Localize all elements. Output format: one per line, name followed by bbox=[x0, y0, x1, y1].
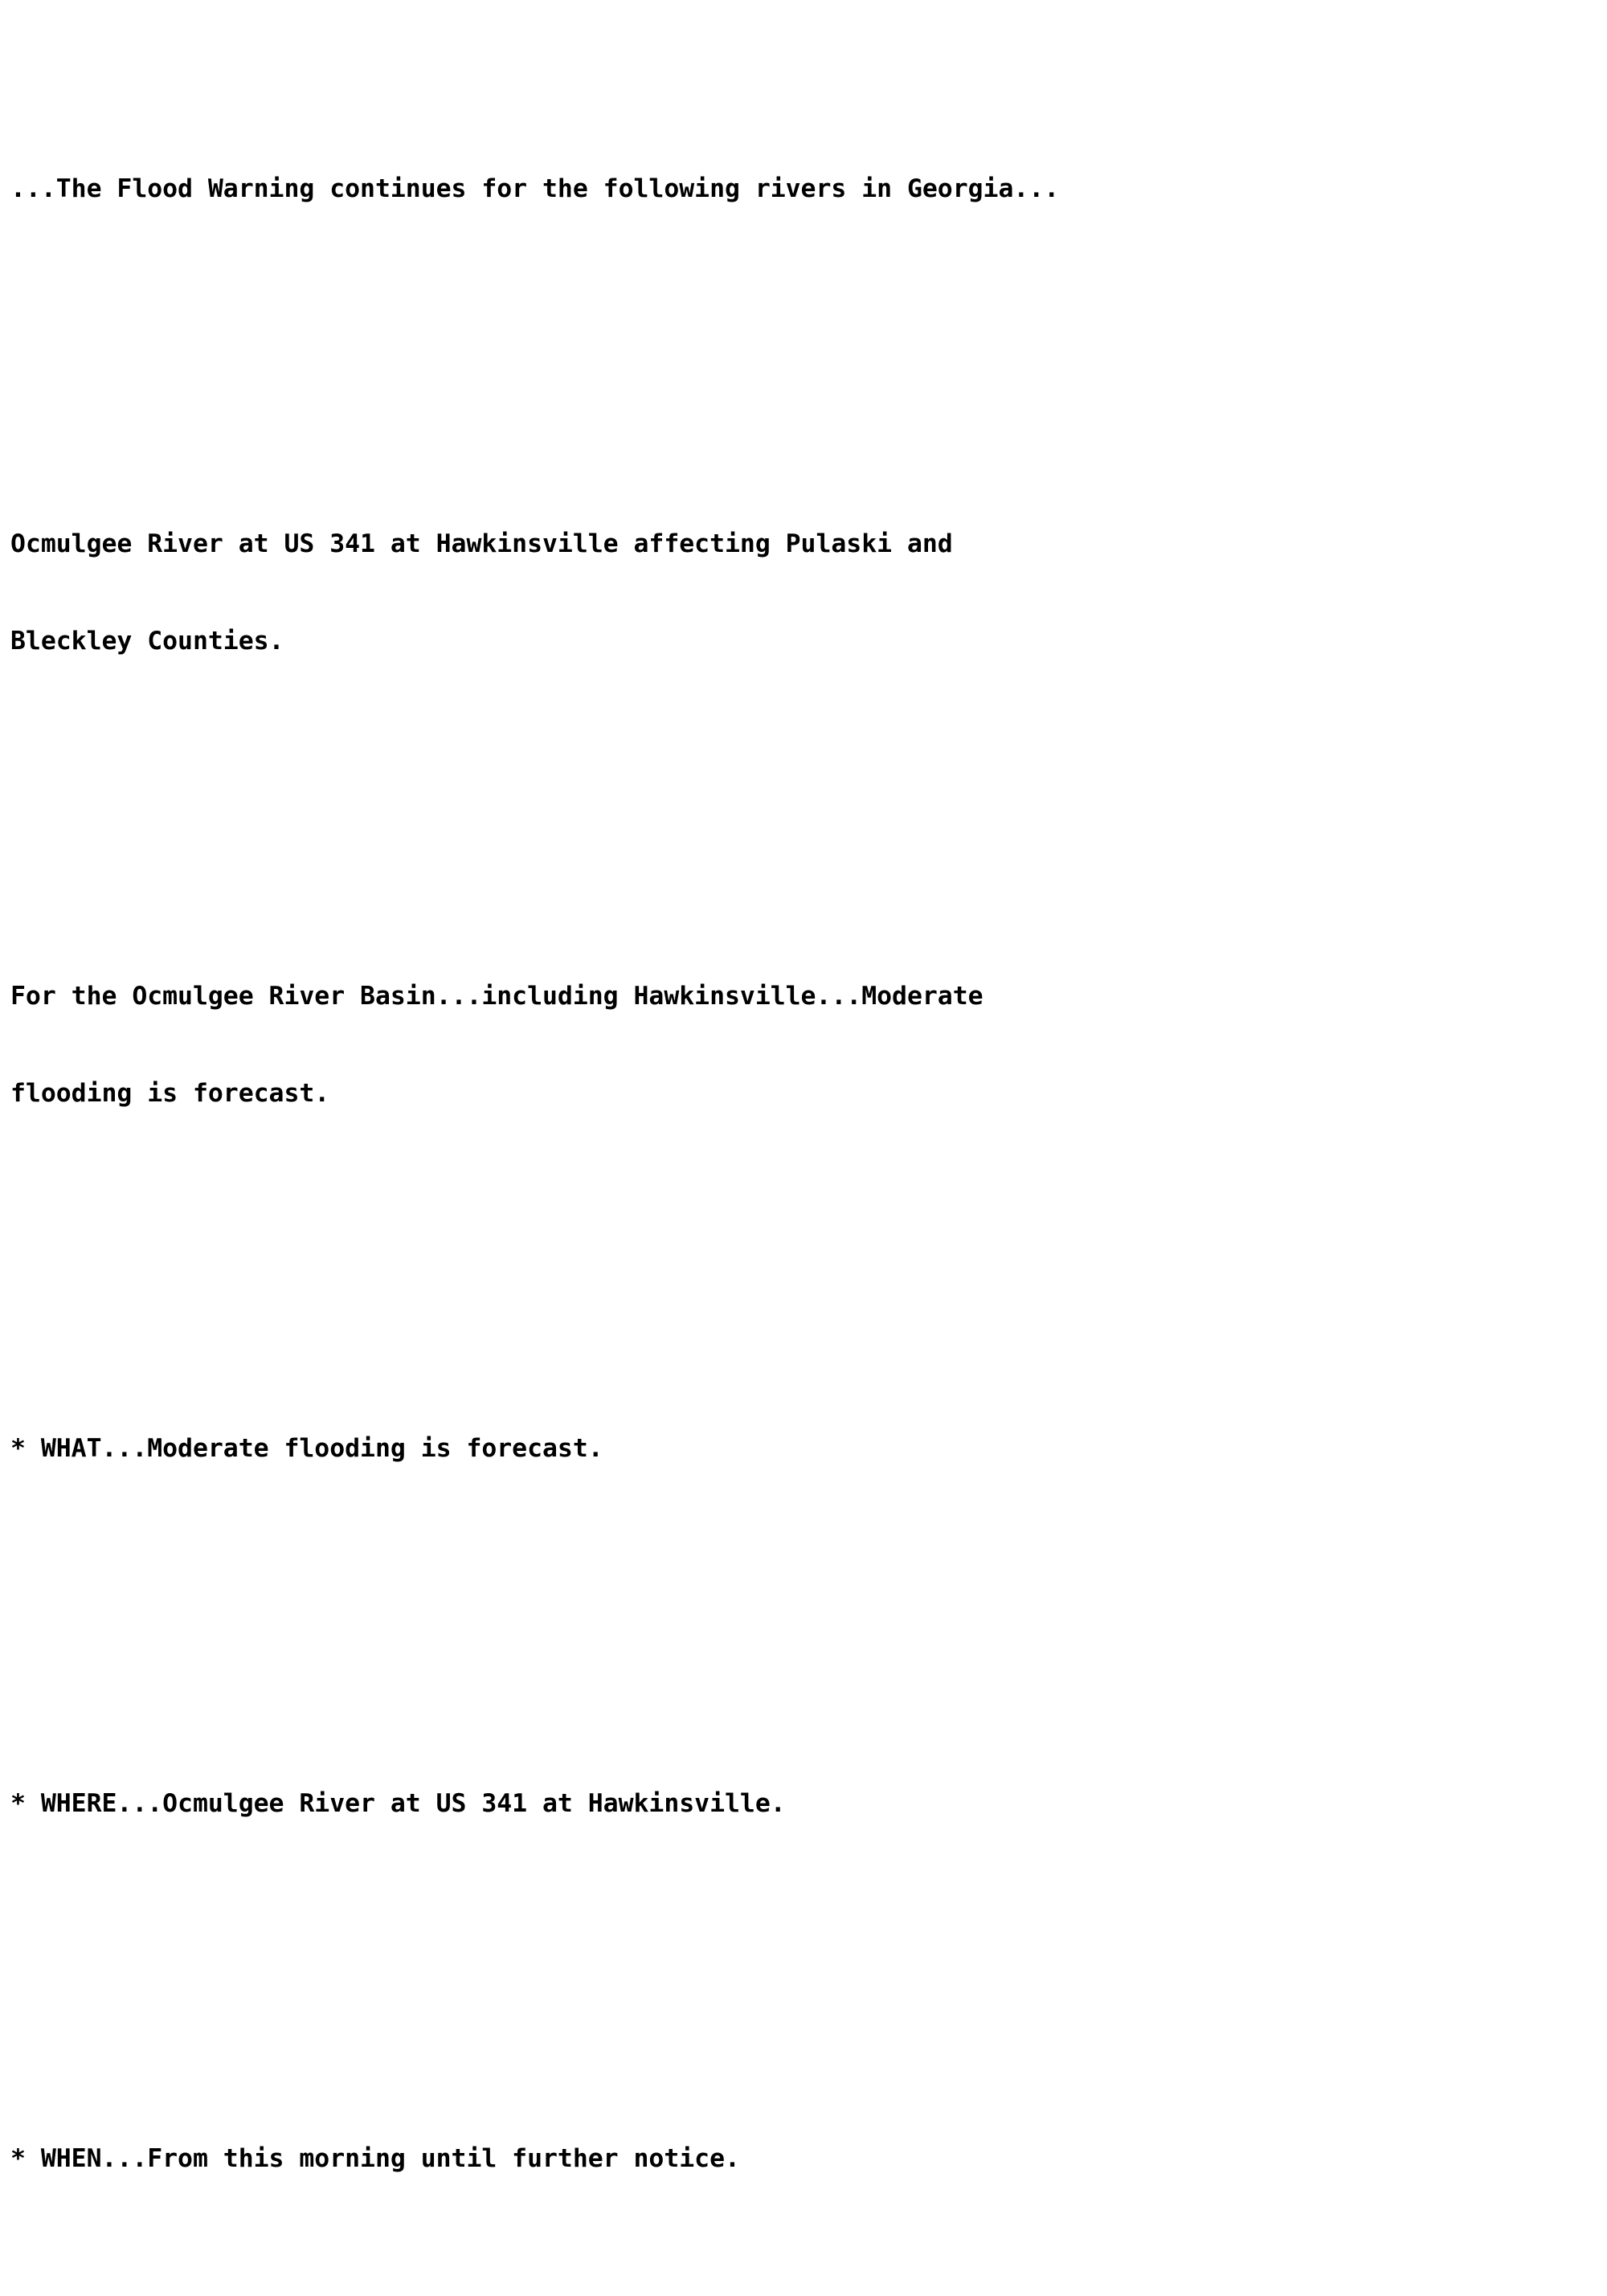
bulletin-block-when: * WHEN...From this morning until further… bbox=[10, 2078, 1607, 2240]
bulletin-block-where: * WHERE...Ocmulgee River at US 341 at Ha… bbox=[10, 1723, 1607, 1885]
bulletin-block-river-segment: Ocmulgee River at US 341 at Hawkinsville… bbox=[10, 464, 1607, 722]
bulletin-line: Bleckley Counties. bbox=[10, 626, 284, 656]
bulletin-block-headline: ...The Flood Warning continues for the f… bbox=[10, 108, 1607, 270]
flood-warning-bulletin-text: ...The Flood Warning continues for the f… bbox=[0, 0, 1607, 2296]
bulletin-line: Ocmulgee River at US 341 at Hawkinsville… bbox=[10, 529, 953, 559]
bulletin-line: flooding is forecast. bbox=[10, 1078, 330, 1108]
bulletin-line: For the Ocmulgee River Basin...including… bbox=[10, 982, 983, 1011]
bulletin-block-basin-summary: For the Ocmulgee River Basin...including… bbox=[10, 916, 1607, 1175]
bulletin-line: * WHAT...Moderate flooding is forecast. bbox=[10, 1433, 603, 1463]
bulletin-line: ...The Flood Warning continues for the f… bbox=[10, 174, 1060, 204]
bulletin-line: * WHEN...From this morning until further… bbox=[10, 2144, 740, 2174]
bulletin-block-what: * WHAT...Moderate flooding is forecast. bbox=[10, 1367, 1607, 1529]
bulletin-line: * WHERE...Ocmulgee River at US 341 at Ha… bbox=[10, 1789, 786, 1819]
